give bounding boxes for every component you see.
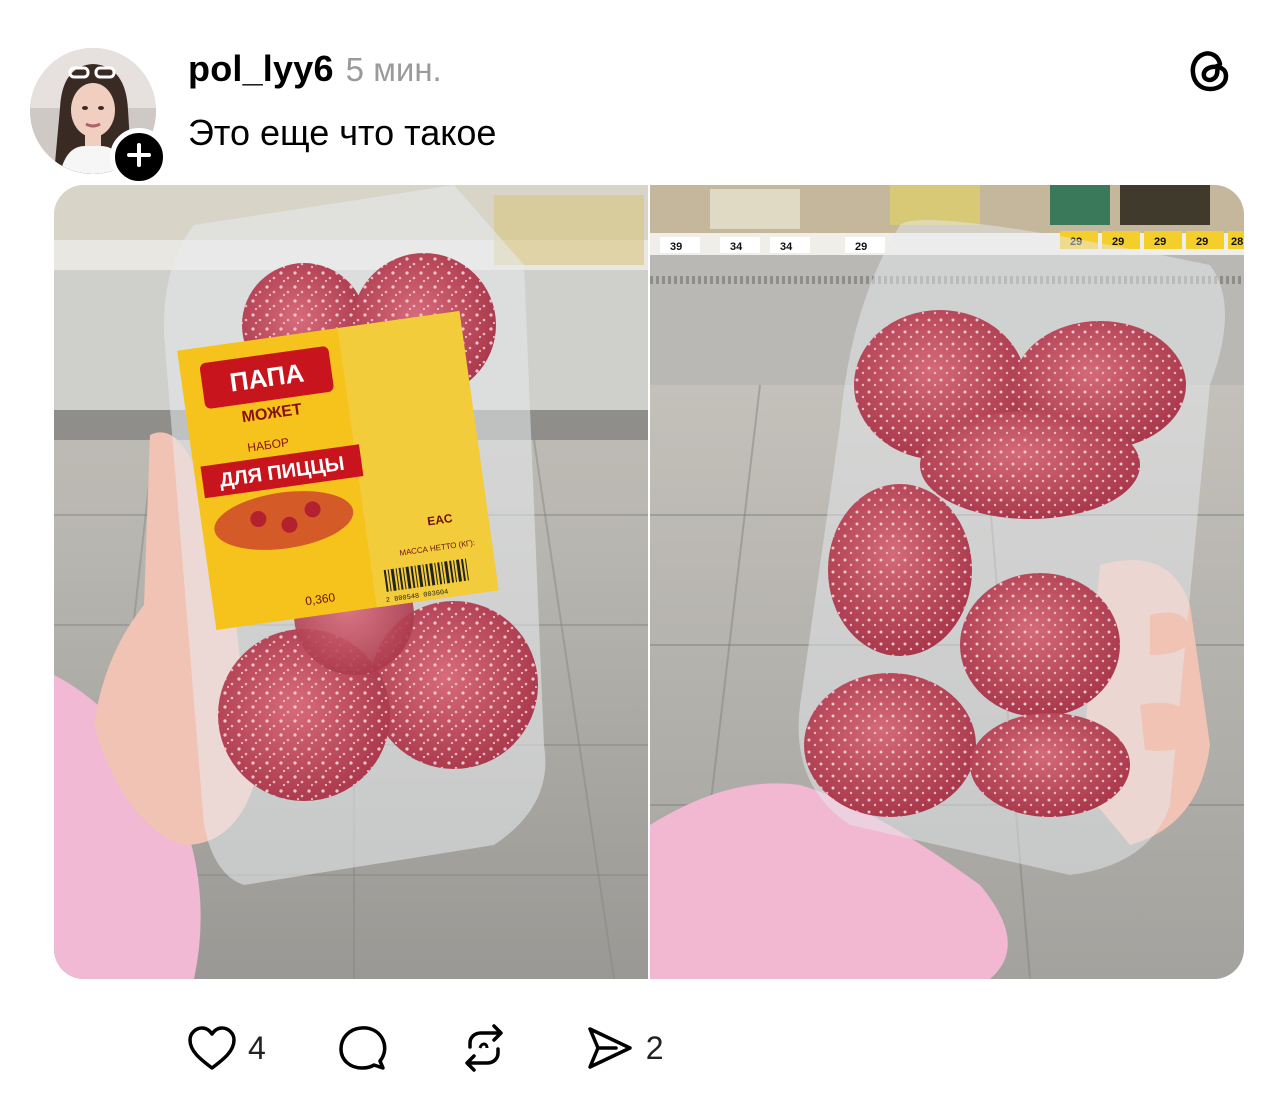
like-button[interactable]: 4 [186, 1024, 266, 1072]
price-tag-7: 29 [1154, 236, 1166, 248]
reply-button[interactable] [336, 1023, 388, 1073]
price-tag-8: 29 [1196, 236, 1208, 248]
username[interactable]: pol_lyy6 [188, 48, 334, 90]
package-label: ПАПА МОЖЕТ НАБОР ДЛЯ ПИЦЦЫ МАССА НЕТТО (… [177, 311, 499, 630]
share-button[interactable]: 2 [584, 1023, 664, 1073]
follow-button[interactable] [110, 128, 168, 186]
price-tag-2: 34 [730, 241, 743, 253]
heart-icon [186, 1024, 238, 1072]
comment-icon [336, 1023, 388, 1073]
photo-right[interactable]: 39 34 34 29 29 29 29 29 28 [650, 185, 1244, 979]
price-tag-9: 28 [1231, 236, 1243, 248]
action-bar: 4 2 [186, 1018, 664, 1078]
price-tag-1: 39 [670, 241, 682, 253]
like-count: 4 [248, 1029, 266, 1066]
post-header: pol_lyy6 5 мин. [188, 48, 442, 92]
plus-icon [126, 142, 152, 173]
post-time: 5 мин. [345, 51, 442, 88]
post-media[interactable]: ПАПА МОЖЕТ НАБОР ДЛЯ ПИЦЦЫ МАССА НЕТТО (… [54, 185, 1244, 979]
price-tag-3: 34 [780, 241, 793, 253]
repost-button[interactable] [458, 1023, 510, 1073]
threads-post: pol_lyy6 5 мин. Это еще что такое ПАПА М… [0, 0, 1280, 1107]
threads-icon[interactable] [1186, 46, 1234, 94]
price-tag-4: 29 [855, 241, 867, 253]
photo-left[interactable]: ПАПА МОЖЕТ НАБОР ДЛЯ ПИЦЦЫ МАССА НЕТТО (… [54, 185, 648, 979]
repost-icon [458, 1023, 510, 1073]
post-text: Это еще что такое [188, 112, 497, 153]
avatar-container[interactable] [30, 48, 168, 186]
share-count: 2 [645, 1029, 664, 1066]
send-icon [584, 1023, 636, 1073]
